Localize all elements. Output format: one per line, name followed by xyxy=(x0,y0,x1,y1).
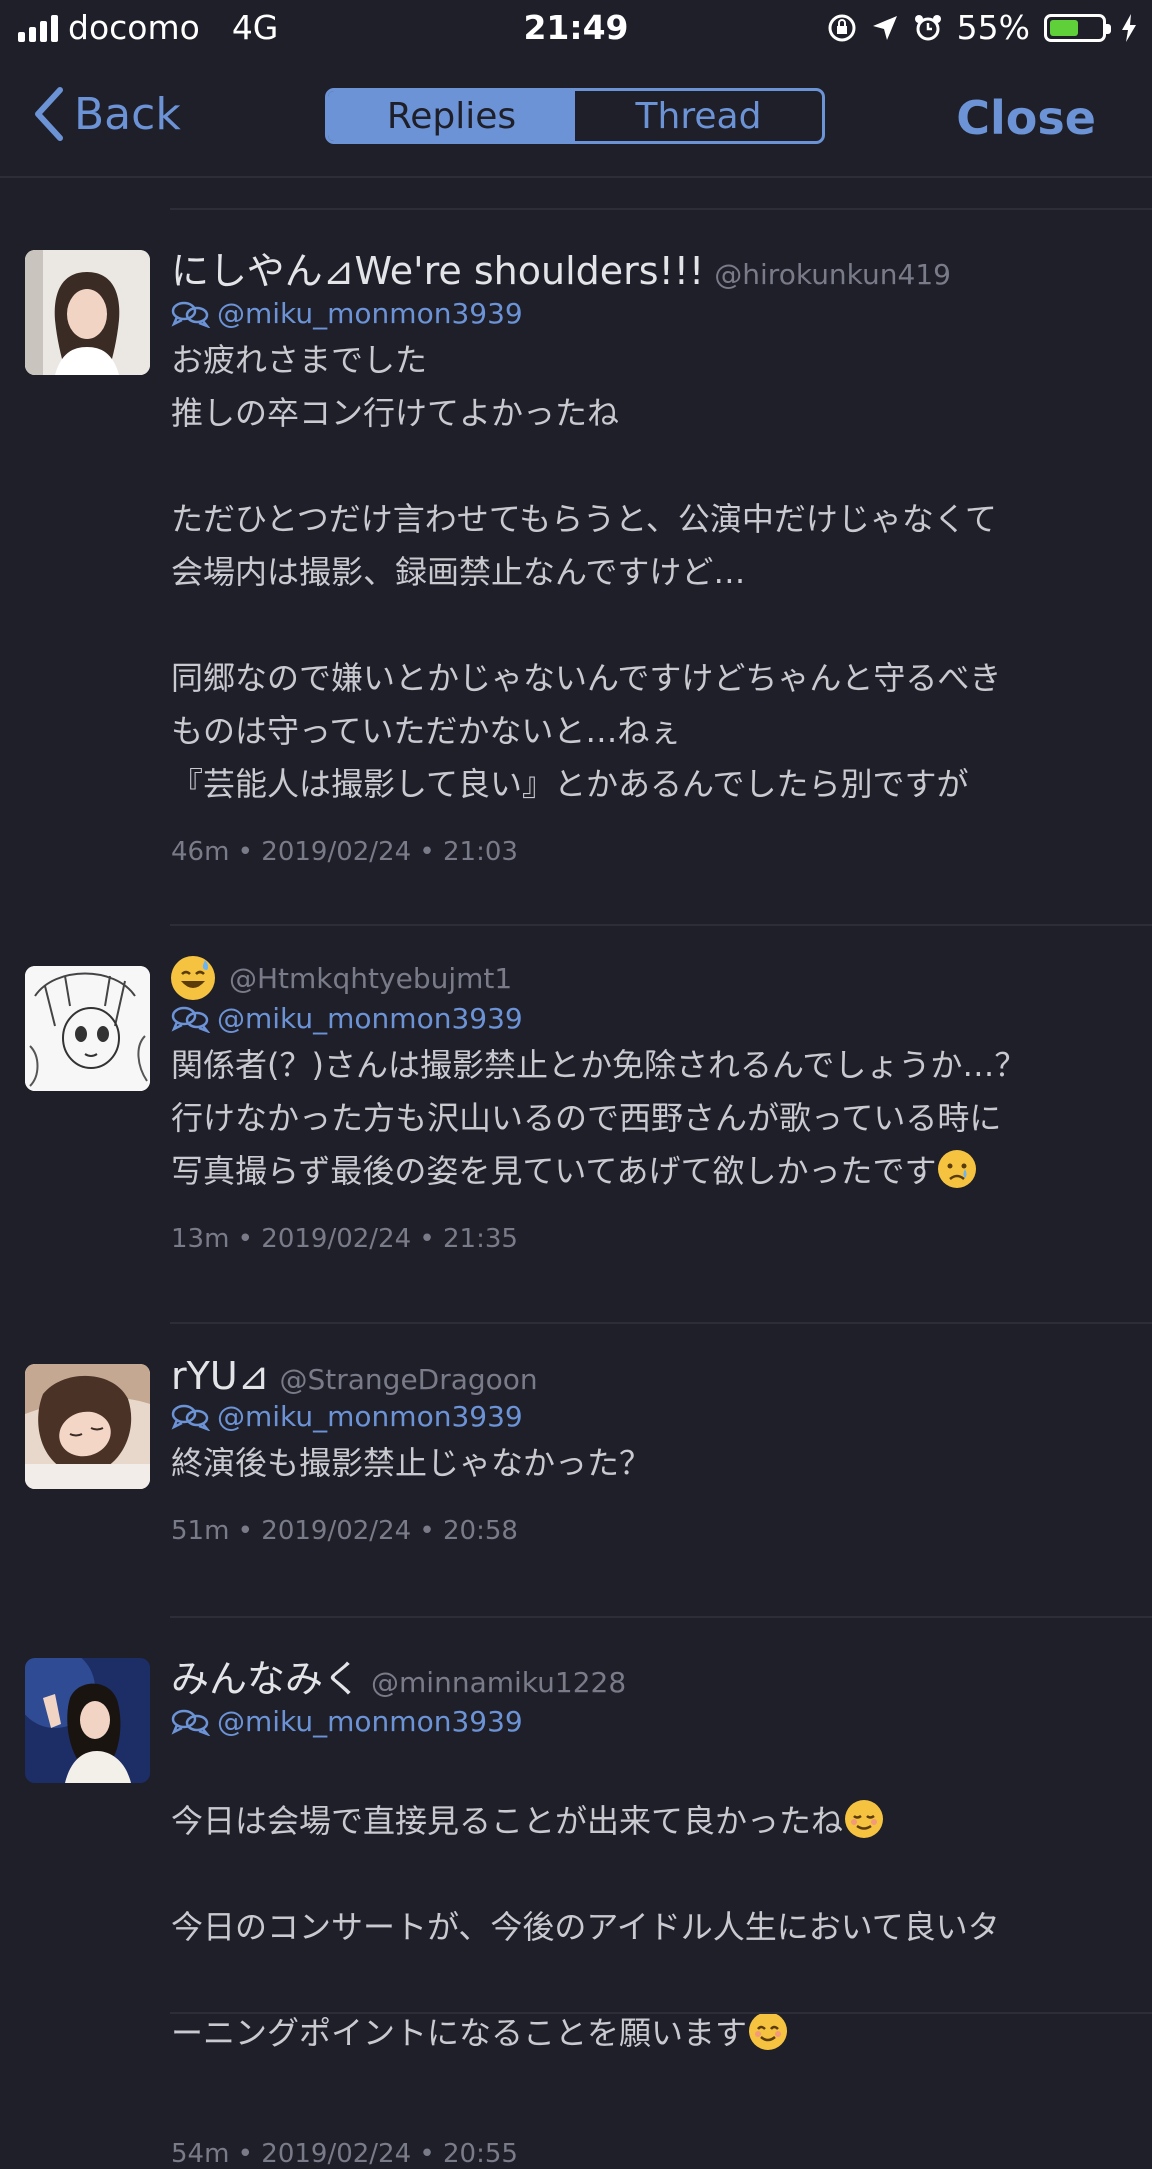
tweet-text: 終演後も撮影禁止じゃなかった？ xyxy=(171,1444,652,1482)
status-bar: docomo 4G 21:49 55% xyxy=(0,0,1152,58)
tweet-meta: 13m • 2019/02/24 • 21:35 xyxy=(171,1224,518,1254)
username[interactable]: @StrangeDragoon xyxy=(280,1363,538,1396)
status-left: docomo 4G xyxy=(18,8,278,47)
display-name[interactable]: みんなみく xyxy=(171,1648,361,1703)
reply-to-link[interactable]: @miku_monmon3939 xyxy=(217,1002,523,1035)
avatar-image xyxy=(25,250,150,375)
divider xyxy=(170,1616,1152,1618)
location-icon xyxy=(872,15,897,40)
conversation-icon xyxy=(171,1006,211,1033)
conversation-icon xyxy=(171,1404,211,1431)
segmented-control: Replies Thread xyxy=(325,88,825,144)
divider xyxy=(170,924,1152,926)
avatar-image xyxy=(25,1364,150,1489)
tweet-text-line: ーニングポイントになることを願います xyxy=(171,2014,748,2052)
display-name[interactable]: rYU⊿ xyxy=(171,1354,270,1398)
nav-bar: Back Replies Thread Close xyxy=(0,58,1152,178)
network-label: 4G xyxy=(231,8,279,47)
tweet-text-content: 関係者(？)さんは撮影禁止とか免除されるんでしょうか…？ 行けなかった方も沢山い… xyxy=(171,1046,1027,1190)
reply-to-link[interactable]: @miku_monmon3939 xyxy=(217,1400,523,1433)
smiling-face-emoji-icon xyxy=(749,2012,788,2050)
tweet-meta: 54m • 2019/02/24 • 20:55 xyxy=(171,2139,518,2169)
tweet-text: 今日は会場で直接見ることが出来て良かったね 今日のコンサートが、今後のアイドル人… xyxy=(171,1742,1132,2113)
signal-icon xyxy=(18,14,58,42)
chevron-left-icon xyxy=(35,87,63,141)
crying-face-emoji-icon xyxy=(938,1150,977,1188)
username[interactable]: @minnamiku1228 xyxy=(371,1666,626,1699)
relieved-face-emoji-icon xyxy=(845,1800,884,1838)
back-label: Back xyxy=(74,88,181,140)
reply-to-link[interactable]: @miku_monmon3939 xyxy=(217,297,523,330)
tweet-text: 関係者(？)さんは撮影禁止とか免除されるんでしょうか…？ 行けなかった方も沢山い… xyxy=(171,1039,1132,1198)
tweet-meta: 46m • 2019/02/24 • 21:03 xyxy=(171,837,518,867)
tab-replies[interactable]: Replies xyxy=(328,91,575,141)
divider xyxy=(170,1322,1152,1324)
alarm-icon xyxy=(914,14,941,40)
tweet-meta: 51m • 2019/02/24 • 20:58 xyxy=(171,1516,518,1546)
conversation-icon xyxy=(171,1709,211,1736)
reply-to-link[interactable]: @miku_monmon3939 xyxy=(217,1705,523,1738)
divider xyxy=(170,208,1152,210)
username[interactable]: @hirokunkun419 xyxy=(714,258,951,291)
avatar-image xyxy=(25,966,150,1091)
avatar[interactable] xyxy=(25,250,150,375)
avatar-image xyxy=(25,1658,150,1783)
rotation-lock-icon xyxy=(828,14,856,41)
carrier-label: docomo xyxy=(68,8,200,47)
grinning-sweat-emoji-icon xyxy=(171,956,215,1000)
conversation-icon xyxy=(171,301,211,328)
avatar[interactable] xyxy=(25,1364,150,1489)
tweet-text-line: 今日は会場で直接見ることが出来て良かったね xyxy=(171,1802,844,1840)
battery-icon xyxy=(1044,13,1111,42)
back-button[interactable]: Back xyxy=(32,86,181,142)
charging-icon xyxy=(1122,13,1136,42)
tweet-text: お疲れさまでした 推しの卒コン行けてよかったね ただひとつだけ言わせてもらうと、… xyxy=(171,341,1002,803)
display-name[interactable]: にしやん⊿We're shoulders!!! xyxy=(171,240,704,295)
tab-thread[interactable]: Thread xyxy=(575,91,822,141)
avatar[interactable] xyxy=(25,966,150,1091)
tweet-text-line: 今日のコンサートが、今後のアイドル人生において良いタ xyxy=(171,1908,1000,1946)
avatar[interactable] xyxy=(25,1658,150,1783)
status-right: 55% xyxy=(827,8,1138,47)
username[interactable]: @Htmkqhtyebujmt1 xyxy=(229,962,512,995)
divider xyxy=(170,2012,1152,2014)
battery-percent: 55% xyxy=(956,8,1030,47)
close-button[interactable]: Close xyxy=(956,91,1096,145)
